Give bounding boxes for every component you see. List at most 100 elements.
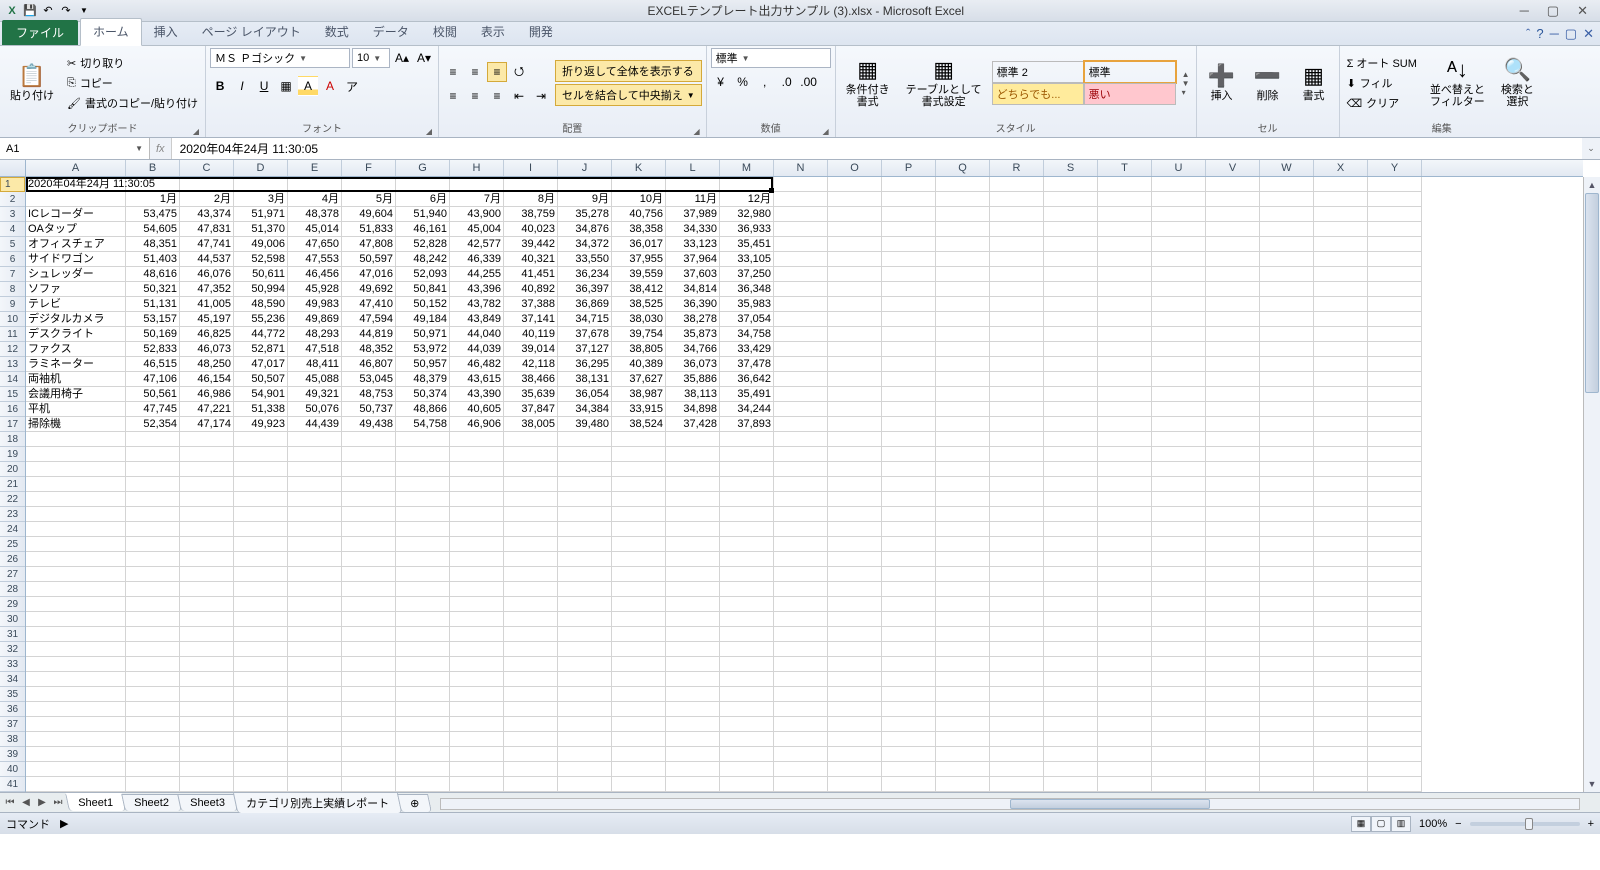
cell[interactable] <box>126 537 180 552</box>
align-left-button[interactable]: ≡ <box>443 86 463 106</box>
cell[interactable] <box>504 447 558 462</box>
cell[interactable] <box>774 327 828 342</box>
cell[interactable]: 36,933 <box>720 222 774 237</box>
cell[interactable] <box>774 297 828 312</box>
cell[interactable] <box>990 732 1044 747</box>
cell[interactable]: 33,915 <box>612 402 666 417</box>
cell[interactable] <box>1044 672 1098 687</box>
cell[interactable] <box>1260 222 1314 237</box>
cell[interactable] <box>774 582 828 597</box>
cell[interactable] <box>1206 642 1260 657</box>
cell[interactable]: 47,174 <box>180 417 234 432</box>
cell[interactable] <box>1044 252 1098 267</box>
cell[interactable] <box>1368 747 1422 762</box>
cell[interactable] <box>612 552 666 567</box>
cell[interactable] <box>1098 357 1152 372</box>
cell[interactable]: 38,113 <box>666 387 720 402</box>
cell[interactable]: 46,515 <box>126 357 180 372</box>
cell[interactable] <box>288 432 342 447</box>
cell[interactable]: 43,374 <box>180 207 234 222</box>
cell[interactable] <box>612 477 666 492</box>
cell[interactable] <box>828 747 882 762</box>
cell[interactable]: 38,412 <box>612 282 666 297</box>
cell[interactable] <box>1152 777 1206 792</box>
cell[interactable] <box>1044 597 1098 612</box>
cell[interactable] <box>666 717 720 732</box>
italic-button[interactable]: I <box>232 76 252 96</box>
cell[interactable]: 33,123 <box>666 237 720 252</box>
cell[interactable]: 35,639 <box>504 387 558 402</box>
cell[interactable] <box>828 702 882 717</box>
cell[interactable] <box>450 462 504 477</box>
cell[interactable] <box>1098 552 1152 567</box>
cell[interactable] <box>882 762 936 777</box>
cell[interactable] <box>1044 732 1098 747</box>
cell[interactable]: 34,244 <box>720 402 774 417</box>
cell[interactable]: 51,940 <box>396 207 450 222</box>
cell[interactable] <box>612 627 666 642</box>
cell[interactable] <box>720 657 774 672</box>
cell[interactable] <box>558 627 612 642</box>
cell[interactable] <box>1314 477 1368 492</box>
cell[interactable] <box>396 642 450 657</box>
orientation-button[interactable]: ⭯ <box>509 62 529 82</box>
copy-button[interactable]: ⎘コピー <box>64 74 201 92</box>
cell[interactable] <box>936 447 990 462</box>
cell[interactable] <box>882 297 936 312</box>
cell[interactable] <box>180 447 234 462</box>
cell[interactable] <box>990 627 1044 642</box>
cell[interactable] <box>774 642 828 657</box>
cell[interactable] <box>666 552 720 567</box>
cell[interactable] <box>882 717 936 732</box>
cell[interactable] <box>774 222 828 237</box>
cell[interactable] <box>612 432 666 447</box>
cell[interactable] <box>720 552 774 567</box>
cell[interactable] <box>26 552 126 567</box>
cell[interactable] <box>1314 327 1368 342</box>
cell[interactable]: 44,819 <box>342 327 396 342</box>
row-header-15[interactable]: 15 <box>0 387 25 402</box>
cell[interactable] <box>1206 552 1260 567</box>
cell[interactable] <box>936 597 990 612</box>
cell[interactable]: 47,745 <box>126 402 180 417</box>
cell[interactable] <box>1098 177 1152 192</box>
cell[interactable] <box>1098 702 1152 717</box>
cell[interactable] <box>558 567 612 582</box>
cell[interactable] <box>828 642 882 657</box>
cell[interactable] <box>990 717 1044 732</box>
cell[interactable] <box>936 717 990 732</box>
cell[interactable] <box>288 747 342 762</box>
cell[interactable] <box>828 717 882 732</box>
cell[interactable] <box>558 732 612 747</box>
cell[interactable] <box>612 177 666 192</box>
cell[interactable] <box>504 507 558 522</box>
cell[interactable] <box>720 627 774 642</box>
format-as-table-button[interactable]: ▦テーブルとして 書式設定 <box>900 56 988 110</box>
cell[interactable] <box>1314 507 1368 522</box>
cell[interactable] <box>234 432 288 447</box>
cell[interactable] <box>882 537 936 552</box>
cell[interactable] <box>774 417 828 432</box>
cell[interactable] <box>1314 747 1368 762</box>
cell[interactable] <box>1314 732 1368 747</box>
cell[interactable] <box>1260 612 1314 627</box>
cell[interactable] <box>828 732 882 747</box>
cell[interactable]: 37,054 <box>720 312 774 327</box>
cell[interactable] <box>396 432 450 447</box>
cell[interactable] <box>450 477 504 492</box>
cell[interactable]: 50,957 <box>396 357 450 372</box>
grow-font-button[interactable]: A▴ <box>392 48 412 68</box>
cell[interactable] <box>1098 507 1152 522</box>
cell[interactable] <box>396 702 450 717</box>
cell[interactable] <box>666 702 720 717</box>
cell[interactable] <box>774 192 828 207</box>
indent-dec-button[interactable]: ⇤ <box>509 86 529 106</box>
row-header-22[interactable]: 22 <box>0 492 25 507</box>
comma-button[interactable]: , <box>755 72 775 92</box>
cell[interactable] <box>612 462 666 477</box>
cell[interactable]: 51,971 <box>234 207 288 222</box>
cell[interactable] <box>1260 177 1314 192</box>
page-layout-button[interactable]: ▢ <box>1371 816 1391 832</box>
cell[interactable] <box>1206 387 1260 402</box>
cell[interactable] <box>1098 297 1152 312</box>
